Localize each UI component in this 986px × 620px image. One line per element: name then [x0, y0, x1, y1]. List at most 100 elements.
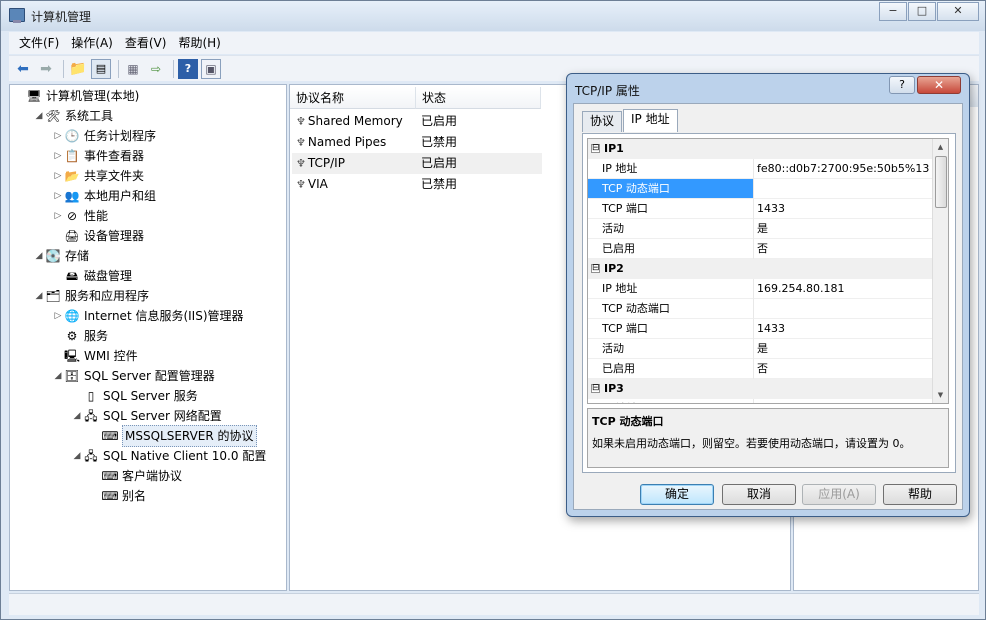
forward-arrow-icon[interactable]: ➡ [36, 59, 56, 79]
collapse-icon[interactable]: ⊟ [591, 144, 600, 153]
tree-item[interactable]: ▷ 🕒 任务计划程序 [52, 126, 156, 146]
protocol-row[interactable]: ♆ VIA 已禁用 [292, 174, 542, 195]
ok-button[interactable]: 确定 [640, 484, 714, 505]
tree-item[interactable]: 🖴 磁盘管理 [52, 266, 132, 286]
scroll-up-icon[interactable]: ▲ [933, 139, 948, 155]
property-value[interactable]: 否 [754, 239, 933, 259]
tab-ip-addresses[interactable]: IP 地址 [623, 109, 678, 132]
property-row[interactable]: IP 地址 169.254.80.181 [588, 279, 933, 299]
tree-item[interactable]: 🖨 设备管理器 [52, 226, 144, 246]
collapsed-arrow-icon[interactable]: ▷ [52, 306, 64, 326]
menu-action[interactable]: 操作(A) [65, 33, 119, 53]
up-folder-icon[interactable]: 📁 [68, 59, 88, 79]
tree-item[interactable]: ◢ 🗄 SQL Server 配置管理器 [52, 366, 215, 386]
property-row[interactable]: 活动是 [588, 219, 933, 239]
close-button[interactable]: ✕ [937, 2, 979, 21]
menu-view[interactable]: 查看(V) [119, 33, 173, 53]
title-bar[interactable]: 计算机管理 − □ ✕ [1, 1, 985, 31]
tree-item[interactable]: ⌨ MSSQLSERVER 的协议 [90, 425, 257, 447]
minimize-button[interactable]: − [879, 2, 907, 21]
collapse-icon[interactable]: ⊟ [591, 384, 600, 393]
property-grid-scrollbar[interactable]: ▲ ▼ [932, 139, 948, 403]
dialog-close-button[interactable]: ✕ [917, 76, 961, 94]
expanded-arrow-icon[interactable]: ◢ [52, 366, 64, 386]
show-tree-icon[interactable]: ▤ [91, 58, 111, 79]
tree-item[interactable]: ◢ 🖧 SQL Server 网络配置 [71, 406, 222, 426]
column-header-status[interactable]: 状态 [416, 87, 541, 109]
property-value[interactable]: 是 [754, 219, 933, 239]
property-row[interactable]: TCP 动态端口 [588, 179, 933, 199]
property-row[interactable]: 活动是 [588, 339, 933, 359]
property-row[interactable]: TCP 端口 1433 [588, 319, 933, 339]
property-value[interactable]: 1433 [754, 319, 933, 339]
tree-item-label: Internet 信息服务(IIS)管理器 [84, 309, 244, 323]
tree-item[interactable]: ▷ 📂 共享文件夹 [52, 166, 144, 186]
expanded-arrow-icon[interactable]: ◢ [33, 246, 45, 266]
property-row[interactable]: IP 地址fe80::c96b:ca12:78e3:d1c8%11 [588, 399, 933, 403]
property-value[interactable]: 169.254.80.181 [754, 279, 933, 299]
property-value[interactable]: 1433 [754, 199, 933, 219]
expanded-arrow-icon[interactable]: ◢ [33, 286, 45, 306]
tree-item[interactable]: ⌨ 客户端协议 [90, 466, 182, 486]
dialog-help-button[interactable]: ? [889, 76, 915, 94]
dialog-body: 协议 IP 地址 ⊟ IP1 IP 地址 fe80::d0b7:2700:95e:50… [573, 103, 963, 510]
expanded-arrow-icon[interactable]: ◢ [71, 446, 83, 466]
property-row[interactable]: IP 地址 fe80::d0b7:2700:95e:50b5%13 [588, 159, 933, 179]
property-value[interactable] [754, 179, 933, 199]
property-name: IP 地址 [588, 399, 754, 403]
tree-item[interactable]: ▷ 📋 事件查看器 [52, 146, 144, 166]
ip-category[interactable]: ⊟ IP3 [588, 379, 933, 399]
back-arrow-icon[interactable]: ⬅ [13, 59, 33, 79]
tree-item[interactable]: ▷ ⊘ 性能 [52, 206, 108, 226]
menu-file[interactable]: 文件(F) [13, 33, 65, 53]
ip-category[interactable]: ⊟ IP2 [588, 259, 933, 279]
collapsed-arrow-icon[interactable]: ▷ [52, 186, 64, 206]
property-value[interactable] [754, 299, 933, 319]
scroll-down-icon[interactable]: ▼ [933, 387, 948, 403]
expanded-arrow-icon[interactable]: ◢ [33, 106, 45, 126]
property-row[interactable]: TCP 端口 1433 [588, 199, 933, 219]
cancel-button[interactable]: 取消 [722, 484, 796, 505]
apply-button[interactable]: 应用(A) [802, 484, 876, 505]
property-row[interactable]: 已启用否 [588, 359, 933, 379]
ip-category[interactable]: ⊟ IP1 [588, 139, 933, 159]
tree-item[interactable]: ⚙ 服务 [52, 326, 108, 346]
property-value[interactable]: fe80::d0b7:2700:95e:50b5%13 [754, 159, 933, 179]
tree-item[interactable]: 🖳 WMI 控件 [52, 346, 138, 366]
tree-item[interactable]: ◢ 🗂 服务和应用程序 [33, 286, 149, 306]
collapsed-arrow-icon[interactable]: ▷ [52, 206, 64, 226]
panel-icon[interactable]: ▣ [201, 58, 221, 79]
property-value[interactable]: 否 [754, 359, 933, 379]
protocol-row[interactable]: ♆ TCP/IP 已启用 [292, 153, 542, 174]
tree-item[interactable]: ▷ 🌐 Internet 信息服务(IIS)管理器 [52, 306, 244, 326]
tree-item[interactable]: ⌨ 别名 [90, 486, 146, 506]
property-value[interactable]: fe80::c96b:ca12:78e3:d1c8%11 [754, 399, 933, 403]
tree-item[interactable]: ▯ SQL Server 服务 [71, 386, 198, 406]
property-row[interactable]: TCP 动态端口 [588, 299, 933, 319]
tab-protocol[interactable]: 协议 [582, 111, 623, 132]
collapse-icon[interactable]: ⊟ [591, 264, 600, 273]
expanded-arrow-icon[interactable]: ◢ [71, 406, 83, 426]
collapsed-arrow-icon[interactable]: ▷ [52, 166, 64, 186]
status-bar [9, 593, 979, 615]
tree-item[interactable]: ▷ 👥 本地用户和组 [52, 186, 156, 206]
tree-item[interactable]: ◢ 🖧 SQL Native Client 10.0 配置 [71, 446, 267, 466]
column-header-protocol-name[interactable]: 协议名称 [290, 87, 416, 109]
property-row[interactable]: 已启用否 [588, 239, 933, 259]
collapsed-arrow-icon[interactable]: ▷ [52, 126, 64, 146]
collapsed-arrow-icon[interactable]: ▷ [52, 146, 64, 166]
property-name: TCP 端口 [588, 199, 754, 219]
tree-item[interactable]: 🖥 计算机管理(本地) [14, 86, 139, 106]
scroll-thumb[interactable] [935, 156, 947, 208]
help-button[interactable]: 帮助 [883, 484, 957, 505]
protocol-row[interactable]: ♆ Named Pipes 已禁用 [292, 132, 542, 153]
protocol-row[interactable]: ♆ Shared Memory 已启用 [292, 111, 542, 132]
property-value[interactable]: 是 [754, 339, 933, 359]
menu-help[interactable]: 帮助(H) [172, 33, 226, 53]
tree-item[interactable]: ◢ 🛠 系统工具 [33, 106, 113, 126]
export-icon[interactable]: ⇨ [146, 59, 166, 79]
properties-icon[interactable]: ▦ [123, 59, 143, 79]
maximize-button[interactable]: □ [908, 2, 936, 21]
tree-item[interactable]: ◢ 💽 存储 [33, 246, 89, 266]
help-icon[interactable]: ? [178, 58, 198, 79]
